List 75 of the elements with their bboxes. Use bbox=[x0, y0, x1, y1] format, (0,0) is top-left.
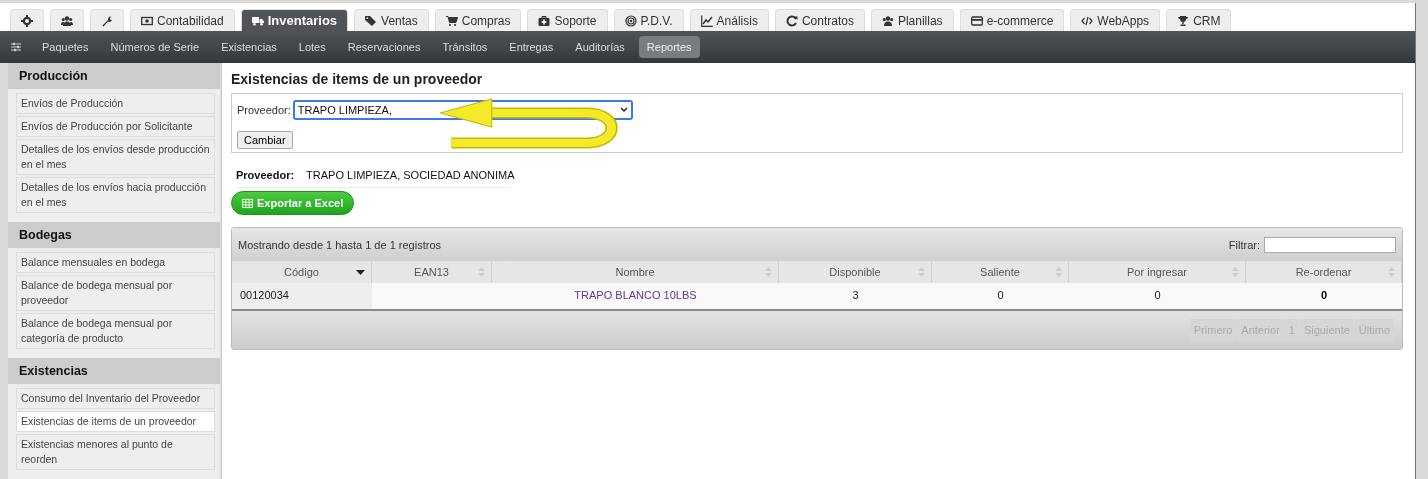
tags-icon bbox=[365, 14, 378, 27]
nav-item[interactable]: Entregas bbox=[501, 36, 562, 58]
sidebar-heading: Bodegas bbox=[8, 222, 220, 248]
code-icon bbox=[1081, 14, 1094, 27]
truck-icon bbox=[251, 14, 264, 27]
module-tab[interactable]: CRM bbox=[1166, 9, 1232, 31]
sidebar-item[interactable]: Detalles de los envíos desde producción en el mes bbox=[16, 139, 215, 175]
module-tab[interactable]: Contratos bbox=[774, 9, 865, 31]
module-tab[interactable]: Inventarios bbox=[240, 9, 349, 31]
wrench-icon bbox=[101, 14, 113, 27]
line-chart-icon bbox=[700, 14, 713, 27]
column-header[interactable]: Saliente bbox=[932, 261, 1069, 283]
column-header[interactable]: Código bbox=[232, 261, 372, 283]
nav-item[interactable]: Reservaciones bbox=[339, 36, 429, 58]
sidebar-item[interactable]: Envíos de Producción por Solicitante bbox=[16, 116, 215, 137]
sidebar-item[interactable]: Existencias de items de un proveedor bbox=[16, 411, 215, 432]
users-icon bbox=[881, 14, 894, 27]
table-cell: 0 bbox=[932, 283, 1069, 309]
column-header[interactable]: Re-ordenar bbox=[1246, 261, 1402, 283]
trophy-icon bbox=[1177, 14, 1190, 27]
sidebar-item[interactable]: Consumo del Inventario del Proveedor bbox=[16, 388, 215, 409]
table-cell: 3 bbox=[779, 283, 932, 309]
sidebar-item[interactable]: Balance de bodega mensual por categoría de producto bbox=[16, 313, 215, 349]
module-tab[interactable]: P.D.V. bbox=[613, 9, 684, 31]
nav-item[interactable]: Paquetes bbox=[34, 36, 97, 58]
table-icon bbox=[242, 197, 253, 209]
column-header[interactable]: EAN13 bbox=[372, 261, 492, 283]
sidebar-item[interactable]: Balance mensuales en bodega bbox=[16, 252, 215, 273]
nav-item[interactable]: Existencias bbox=[213, 36, 285, 58]
target-icon bbox=[624, 14, 637, 27]
product-link[interactable]: TRAPO BLANCO 10LBS bbox=[574, 289, 697, 301]
sidebar-heading: Producción bbox=[8, 63, 220, 89]
chevron-down-icon bbox=[619, 107, 628, 113]
table-cell: 0 bbox=[1069, 283, 1246, 309]
column-header[interactable]: Por ingresar bbox=[1069, 261, 1246, 283]
module-tab[interactable]: Planillas bbox=[870, 9, 954, 31]
refresh-icon bbox=[785, 14, 798, 27]
icon-tab[interactable] bbox=[50, 9, 84, 31]
filter-label: Filtrar: bbox=[1228, 238, 1260, 251]
column-header[interactable]: Disponible bbox=[779, 261, 932, 283]
provider-label: Proveedor: bbox=[236, 169, 295, 181]
money-icon bbox=[141, 14, 153, 27]
credit-card-icon bbox=[970, 14, 983, 27]
module-tab[interactable]: Análisis bbox=[689, 9, 769, 31]
field-label: Proveedor: bbox=[237, 104, 291, 116]
module-tab[interactable]: e-commerce bbox=[959, 9, 1065, 31]
medkit-icon bbox=[538, 14, 551, 27]
sidebar-item[interactable]: Balance de bodega mensual por proveedor bbox=[16, 275, 215, 311]
column-header[interactable]: Nombre bbox=[492, 261, 779, 283]
nav-item[interactable]: Lotes bbox=[290, 36, 334, 58]
change-button[interactable]: Cambiar bbox=[237, 131, 293, 149]
module-tab[interactable]: WebApps bbox=[1070, 9, 1161, 31]
nav-item[interactable]: Reportes bbox=[638, 36, 700, 58]
module-tab[interactable]: Soporte bbox=[527, 9, 608, 31]
sidebar-item[interactable]: Detalles de los envíos hacia producción en el mes bbox=[16, 177, 215, 213]
sliders-icon bbox=[10, 41, 22, 53]
module-tab[interactable]: Compras bbox=[434, 9, 522, 31]
module-tab[interactable]: Ventas bbox=[354, 9, 429, 31]
table-info: Mostrando desde 1 hasta 1 de 1 registros bbox=[238, 238, 441, 251]
filter-field[interactable] bbox=[1264, 236, 1396, 253]
page-title: Existencias de items de un proveedor bbox=[231, 71, 484, 87]
users-icon bbox=[61, 14, 73, 27]
icon-tab[interactable] bbox=[10, 9, 44, 31]
table-cell: 0 bbox=[1246, 283, 1402, 309]
sidebar-item[interactable]: Existencias menores al punto de reorden bbox=[16, 434, 215, 470]
module-tab[interactable]: Contabilidad bbox=[130, 9, 235, 31]
nav-item[interactable]: Auditorías bbox=[567, 36, 633, 58]
provider-name: TRAPO LIMPIEZA, SOCIEDAD ANONIMA bbox=[306, 169, 515, 181]
nav-item[interactable]: Tránsitos bbox=[434, 36, 496, 58]
gear-icon bbox=[21, 14, 33, 27]
table-cell: 00120034 bbox=[232, 283, 372, 309]
sidebar-item[interactable]: Envíos de Producción bbox=[16, 93, 215, 114]
sidebar-heading: Existencias bbox=[8, 358, 220, 384]
nav-item[interactable]: Números de Serie bbox=[102, 36, 208, 58]
cart-icon bbox=[445, 14, 458, 27]
